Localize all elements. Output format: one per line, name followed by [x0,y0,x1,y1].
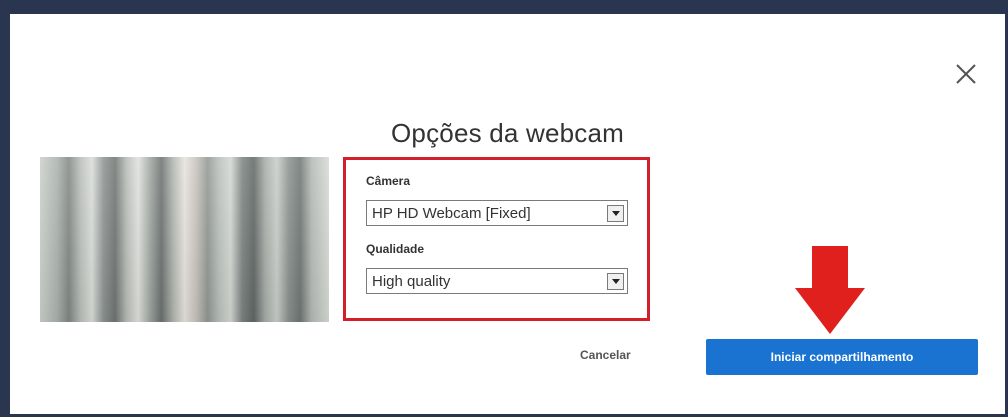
window-frame-left [0,0,10,417]
camera-select[interactable]: HP HD Webcam [Fixed] [366,200,628,226]
options-highlight-box: Câmera HP HD Webcam [Fixed] Qualidade Hi… [343,157,650,321]
preview-image [40,157,329,322]
red-down-arrow-icon [795,246,865,334]
quality-select[interactable]: High quality [366,268,628,294]
chevron-down-icon[interactable] [607,204,624,222]
window-frame-top [0,0,1008,14]
close-x-icon [956,64,976,84]
dialog-title: Opções da webcam [391,118,624,148]
cancel-button[interactable]: Cancelar [580,348,631,362]
webcam-options-dialog: Opções da webcam Câmera HP HD Webcam [Fi… [10,14,1005,414]
webcam-preview [40,157,329,322]
start-sharing-button[interactable]: Iniciar compartilhamento [706,339,978,375]
camera-select-value: HP HD Webcam [Fixed] [372,204,531,222]
quality-select-value: High quality [372,272,451,290]
chevron-down-icon[interactable] [607,272,624,290]
close-button[interactable] [946,54,986,94]
quality-label: Qualidade [366,242,425,256]
camera-label: Câmera [366,174,411,188]
